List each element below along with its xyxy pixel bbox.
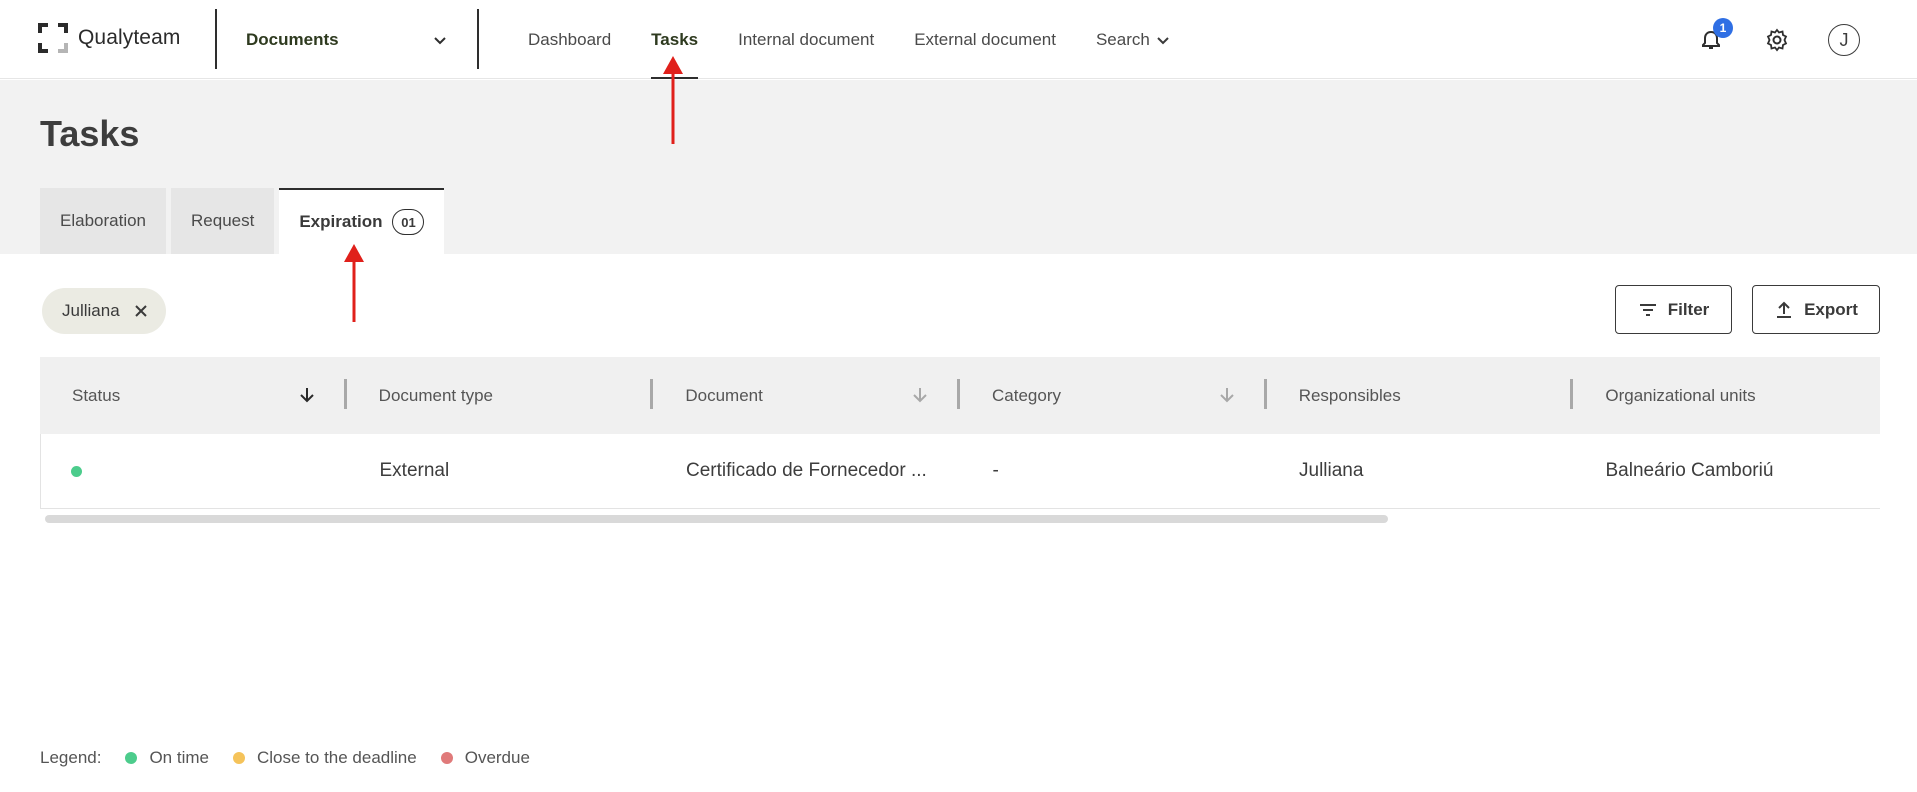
- avatar-initial: J: [1828, 24, 1860, 56]
- column-category[interactable]: Category: [960, 357, 1267, 434]
- cell-document[interactable]: Certificado de Fornecedor ...: [654, 434, 961, 508]
- nav-external-document[interactable]: External document: [914, 0, 1056, 79]
- brand-name: Qualyteam: [78, 26, 181, 49]
- tab-elaboration-label: Elaboration: [60, 211, 147, 230]
- column-responsibles[interactable]: Responsibles: [1267, 357, 1574, 434]
- nav-internal-document[interactable]: Internal document: [738, 0, 874, 79]
- nav-search-label: Search: [1095, 29, 1150, 49]
- user-avatar[interactable]: J: [1826, 22, 1862, 58]
- legend-close-to-deadline-dot: [232, 752, 245, 764]
- filter-chip-label: Julliana: [62, 301, 120, 320]
- cell-status: [41, 434, 348, 508]
- sort-arrow-down-icon[interactable]: [297, 385, 317, 405]
- column-organizational-units-label: Organizational units: [1605, 385, 1756, 405]
- sort-arrow-down-icon[interactable]: [910, 385, 930, 405]
- nav-external-document-label: External document: [914, 29, 1056, 49]
- filter-chip: Julliana: [42, 288, 166, 334]
- task-tabs: Elaboration Request Expiration 01: [40, 188, 449, 254]
- close-icon[interactable]: [134, 304, 148, 318]
- upload-icon: [1777, 301, 1792, 318]
- notification-badge: 1: [1713, 18, 1733, 38]
- column-document-type-label: Document type: [378, 385, 494, 405]
- export-button[interactable]: Export: [1752, 285, 1880, 334]
- chevron-down-icon: [434, 37, 446, 45]
- table-row[interactable]: External Certificado de Fornecedor ... -…: [40, 434, 1880, 509]
- tab-request-label: Request: [191, 211, 255, 230]
- nav-dashboard-label: Dashboard: [528, 29, 612, 49]
- tab-request[interactable]: Request: [171, 188, 275, 254]
- module-label: Documents: [246, 29, 339, 49]
- gear-icon: [1766, 28, 1788, 52]
- cell-organizational-units: Balneário Camboriú: [1605, 460, 1774, 481]
- annotation-arrow-expiration: [344, 244, 364, 322]
- main-nav: Dashboard Tasks Internal document Extern…: [528, 0, 1210, 79]
- top-bar: Qualyteam Documents Dashboard Tasks Inte…: [0, 0, 1917, 79]
- page-title: Tasks: [40, 113, 140, 154]
- legend-close-to-deadline-label: Close to the deadline: [256, 748, 417, 767]
- legend-overdue-dot: [440, 752, 453, 764]
- table-header: Status Document type Document Category R…: [40, 357, 1880, 434]
- column-document-label: Document: [685, 385, 763, 405]
- column-responsibles-label: Responsibles: [1298, 385, 1401, 405]
- column-document-type[interactable]: Document type: [347, 357, 654, 434]
- legend-on-time-label: On time: [149, 748, 209, 767]
- status-on-time-dot: [71, 465, 82, 477]
- tab-count-badge: 01: [392, 209, 425, 235]
- filter-button-label: Filter: [1667, 299, 1710, 319]
- annotation-arrow-tasks: [663, 56, 683, 144]
- horizontal-scrollbar[interactable]: [45, 515, 1388, 523]
- tasks-table: Status Document type Document Category R…: [40, 357, 1880, 509]
- settings-button[interactable]: [1759, 22, 1795, 58]
- filter-button[interactable]: Filter: [1615, 285, 1732, 334]
- divider: [477, 9, 479, 69]
- nav-dashboard[interactable]: Dashboard: [528, 0, 611, 79]
- status-legend: Legend: On time Close to the deadline Ov…: [40, 748, 530, 768]
- tab-expiration-label: Expiration: [299, 212, 383, 231]
- column-document[interactable]: Document: [653, 357, 961, 434]
- qualyteam-logo-icon: [38, 23, 68, 53]
- column-status-label: Status: [72, 385, 121, 405]
- logo[interactable]: Qualyteam: [38, 22, 180, 54]
- nav-internal-document-label: Internal document: [738, 29, 875, 49]
- column-status[interactable]: Status: [40, 357, 347, 434]
- nav-tasks-label: Tasks: [651, 29, 699, 49]
- column-organizational-units[interactable]: Organizational units: [1573, 357, 1880, 434]
- export-button-label: Export: [1804, 299, 1858, 319]
- cell-responsibles: Julliana: [1299, 460, 1364, 481]
- legend-on-time-dot: [125, 752, 138, 764]
- nav-search[interactable]: Search: [1096, 0, 1170, 79]
- chevron-down-icon: [1157, 36, 1169, 44]
- module-selector[interactable]: Documents: [216, 0, 476, 79]
- column-category-label: Category: [992, 385, 1061, 405]
- tab-elaboration[interactable]: Elaboration: [40, 188, 167, 254]
- filter-icon: [1639, 303, 1656, 316]
- legend-label: Legend:: [40, 748, 102, 767]
- sort-arrow-down-icon[interactable]: [1217, 385, 1237, 405]
- legend-overdue-label: Overdue: [464, 748, 530, 767]
- cell-document-type: External: [379, 460, 450, 481]
- cell-category: -: [992, 460, 999, 481]
